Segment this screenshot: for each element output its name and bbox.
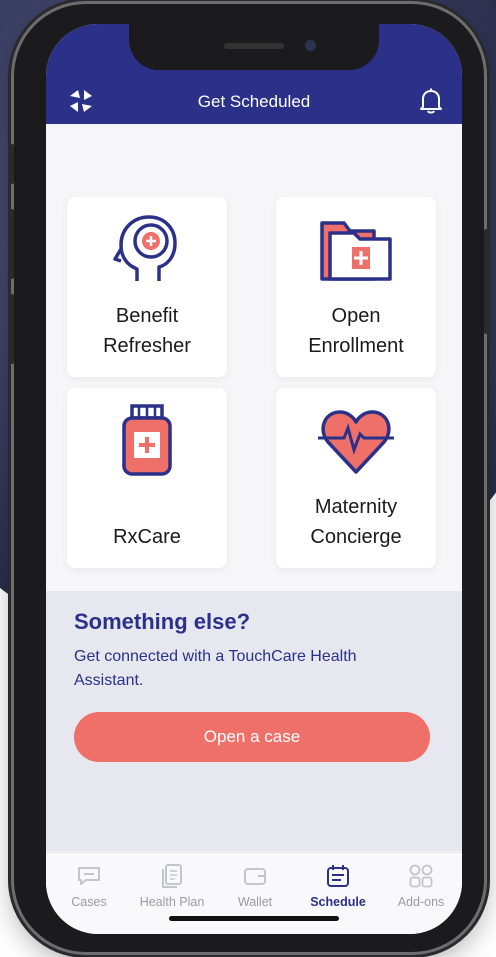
tab-label: Cases bbox=[71, 895, 107, 909]
something-else-text: Get connected with a TouchCare Health As… bbox=[74, 648, 357, 689]
head-plus-icon bbox=[113, 215, 177, 281]
benefit-refresher-card[interactable]: Benefit Refresher bbox=[67, 197, 227, 377]
open-enrollment-card[interactable]: Open Enrollment bbox=[276, 197, 436, 377]
camera bbox=[305, 40, 316, 51]
volume-up-button bbox=[10, 209, 14, 279]
wallet-icon bbox=[244, 868, 266, 885]
something-else-heading: Something else? bbox=[74, 609, 251, 634]
rxcare-card[interactable]: RxCare bbox=[67, 388, 227, 568]
pill-bottle-icon bbox=[122, 404, 172, 476]
card-label: Benefit Refresher bbox=[103, 305, 191, 357]
speaker bbox=[224, 43, 284, 49]
page-title: Get Scheduled bbox=[197, 92, 311, 111]
tab-add-ons[interactable]: Add-ons bbox=[378, 861, 462, 909]
document-icon bbox=[162, 864, 182, 888]
chat-icon bbox=[78, 867, 100, 885]
card-label: Maternity Concierge bbox=[310, 496, 402, 548]
notch bbox=[129, 24, 379, 70]
power-button bbox=[484, 229, 488, 334]
volume-down-button bbox=[10, 294, 14, 364]
home-indicator[interactable] bbox=[169, 916, 339, 921]
schedule-options: Benefit Refresher Open Enrollment RxCare… bbox=[46, 124, 462, 592]
tab-wallet[interactable]: Wallet bbox=[212, 861, 298, 909]
card-label: Open Enrollment bbox=[308, 305, 404, 357]
tab-schedule[interactable]: Schedule bbox=[295, 861, 381, 909]
something-else-section: Something else? Get connected with a Tou… bbox=[46, 591, 462, 851]
tab-health-plan[interactable]: Health Plan bbox=[129, 861, 215, 909]
heart-pulse-icon bbox=[318, 410, 394, 474]
tab-label: Health Plan bbox=[139, 895, 205, 909]
card-label: RxCare bbox=[113, 526, 181, 548]
mute-switch bbox=[10, 144, 14, 184]
grid-icon bbox=[409, 864, 433, 888]
tab-label: Schedule bbox=[310, 895, 366, 909]
bell-icon[interactable] bbox=[418, 87, 444, 115]
folder-plus-icon bbox=[320, 221, 392, 281]
calendar-icon bbox=[327, 865, 349, 887]
tab-label: Add-ons bbox=[397, 895, 445, 909]
tab-label: Wallet bbox=[237, 895, 273, 909]
maternity-concierge-card[interactable]: Maternity Concierge bbox=[276, 388, 436, 568]
tab-bar: Cases Health Plan Wallet Schedule Add-on… bbox=[46, 852, 462, 934]
open-case-button[interactable]: Open a case bbox=[74, 712, 430, 762]
tab-cases[interactable]: Cases bbox=[46, 861, 132, 909]
app-screen: Get Scheduled Benefit Refresher Open Enr… bbox=[46, 24, 462, 934]
